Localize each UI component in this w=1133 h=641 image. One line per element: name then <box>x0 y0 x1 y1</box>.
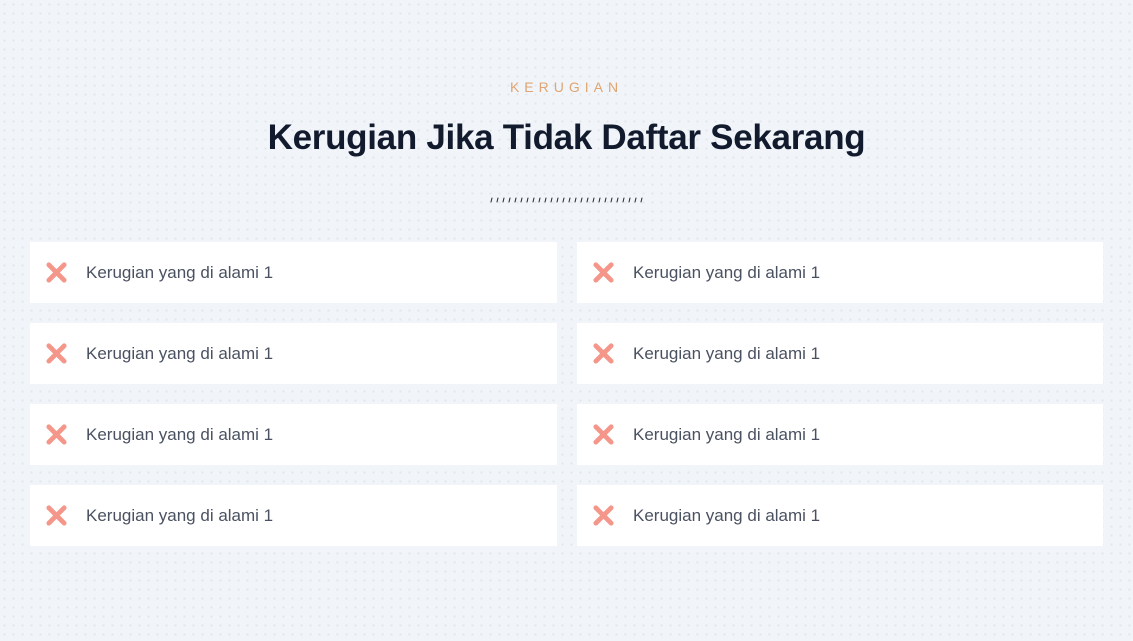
loss-item-label: Kerugian yang di alami 1 <box>86 505 274 525</box>
loss-item: Kerugian yang di alami 1 <box>577 323 1103 384</box>
loss-item: Kerugian yang di alami 1 <box>577 242 1103 303</box>
loss-item: Kerugian yang di alami 1 <box>30 404 557 465</box>
loss-item: Kerugian yang di alami 1 <box>577 404 1103 465</box>
section-eyebrow: KERUGIAN <box>509 79 624 95</box>
x-mark-icon <box>593 343 614 364</box>
x-mark-icon <box>46 424 67 445</box>
loss-item-label: Kerugian yang di alami 1 <box>86 343 274 363</box>
loss-item: Kerugian yang di alami 1 <box>30 323 557 384</box>
x-mark-icon <box>593 262 614 283</box>
decorative-divider <box>490 197 643 203</box>
loss-item-label: Kerugian yang di alami 1 <box>633 424 821 444</box>
loss-item-label: Kerugian yang di alami 1 <box>633 262 821 282</box>
loss-item-label: Kerugian yang di alami 1 <box>633 343 821 363</box>
x-mark-icon <box>46 343 67 364</box>
losses-section: KERUGIAN Kerugian Jika Tidak Daftar Seka… <box>0 0 1133 641</box>
loss-item-label: Kerugian yang di alami 1 <box>86 424 274 444</box>
loss-item-label: Kerugian yang di alami 1 <box>86 262 274 282</box>
x-mark-icon <box>593 505 614 526</box>
loss-item: Kerugian yang di alami 1 <box>30 242 557 303</box>
x-mark-icon <box>46 505 67 526</box>
section-title: Kerugian Jika Tidak Daftar Sekarang <box>267 118 866 157</box>
loss-item: Kerugian yang di alami 1 <box>30 485 557 546</box>
x-mark-icon <box>46 262 67 283</box>
loss-item: Kerugian yang di alami 1 <box>577 485 1103 546</box>
losses-grid: Kerugian yang di alami 1 Kerugian yang d… <box>30 242 1103 546</box>
loss-item-label: Kerugian yang di alami 1 <box>633 505 821 525</box>
x-mark-icon <box>593 424 614 445</box>
